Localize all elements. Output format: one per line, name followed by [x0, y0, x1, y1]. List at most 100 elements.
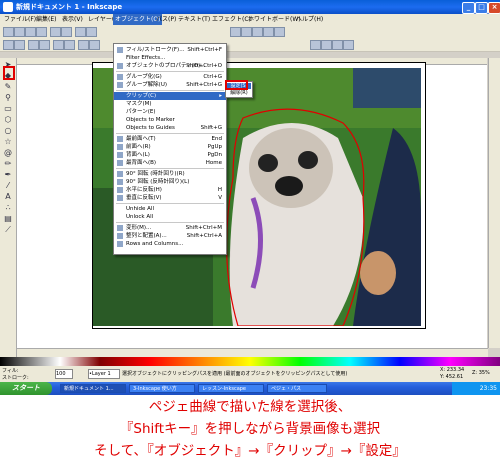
preferences-icon[interactable]	[274, 27, 285, 37]
task-howto[interactable]: 3-Inkscape 使い方	[129, 384, 195, 393]
object-menu-item[interactable]: 前面へ(R) PgUp	[114, 143, 226, 151]
undo-icon[interactable]	[75, 27, 86, 37]
rotate-ccw-tool-icon[interactable]	[28, 40, 39, 50]
select-all-icon[interactable]	[3, 40, 14, 50]
horizontal-scrollbar[interactable]	[17, 348, 488, 357]
align-panel-icon[interactable]	[263, 27, 274, 37]
move-pattern-icon[interactable]	[343, 40, 354, 50]
gradient-tool-icon[interactable]: ▤	[3, 214, 13, 223]
menu-file[interactable]: ファイル(F)	[2, 14, 38, 25]
zoom-tool-icon[interactable]: ⚲	[3, 93, 13, 102]
flip-v-icon	[117, 195, 123, 201]
rotate-cw-tool-icon[interactable]	[39, 40, 50, 50]
start-button[interactable]: スタート	[0, 382, 52, 395]
new-doc-icon[interactable]	[3, 27, 14, 37]
redo-icon[interactable]	[86, 27, 97, 37]
tweak-tool-icon[interactable]: ✎	[3, 82, 13, 91]
open-icon[interactable]	[14, 27, 25, 37]
zoom-level[interactable]: Z: 35%	[472, 370, 490, 376]
pen-tool-icon[interactable]: ✒	[3, 170, 13, 179]
object-menu-item-shortcut: End	[211, 136, 222, 142]
layers-icon[interactable]	[252, 27, 263, 37]
raise-tool-icon[interactable]	[78, 40, 89, 50]
lower-tool-icon[interactable]	[89, 40, 100, 50]
layer-select[interactable]: •Layer 1	[88, 369, 120, 379]
import-icon[interactable]	[50, 27, 61, 37]
dropper-tool-icon[interactable]: ⟋	[3, 225, 13, 234]
stroke-label: ストローク:	[2, 375, 29, 381]
box3d-tool-icon[interactable]: ⬡	[3, 115, 13, 124]
flip-h-icon	[117, 187, 123, 193]
star-tool-icon[interactable]: ☆	[3, 137, 13, 146]
object-menu-item-label: 整列と配置(A)...	[126, 233, 167, 239]
scale-corners-icon[interactable]	[321, 40, 332, 50]
flip-h-tool-icon[interactable]	[53, 40, 64, 50]
object-menu-item[interactable]: Objects to Marker	[114, 116, 226, 124]
close-button[interactable]: ×	[488, 2, 500, 14]
object-menu-item[interactable]: Rows and Columns...	[114, 240, 226, 248]
text-tool-sidebar-icon[interactable]: A	[3, 192, 13, 201]
task-lesson[interactable]: レッスン-Inkscape	[198, 384, 264, 393]
spiral-tool-icon[interactable]: @	[3, 148, 13, 157]
object-menu-item[interactable]: パターン(E)	[114, 108, 226, 116]
export-icon[interactable]	[61, 27, 72, 37]
menu-help[interactable]: ヘルプ(H)	[294, 14, 325, 25]
grid-arrange-icon	[117, 241, 123, 247]
object-menu-item[interactable]: Unlock All	[114, 213, 226, 221]
group-icon	[117, 74, 123, 80]
ellipse-tool-icon[interactable]: ○	[3, 126, 13, 135]
select-all-layers-icon[interactable]	[14, 40, 25, 50]
object-menu-item[interactable]: 水平に反転(H) H	[114, 186, 226, 194]
menu-edit[interactable]: 編集(E)	[34, 14, 58, 25]
task-bezier[interactable]: ペジェ・パス	[267, 384, 327, 393]
status-bar: フィル: ストローク: 100 •Layer 1 選択オブジェクトにクリッピング…	[0, 366, 500, 382]
object-menu-item-shortcut: Shift+Ctrl+M	[185, 225, 222, 231]
object-menu-item[interactable]: 最背面へ(B) Home	[114, 159, 226, 167]
print-icon[interactable]	[36, 27, 47, 37]
text-tool-icon[interactable]	[241, 27, 252, 37]
save-icon[interactable]	[25, 27, 36, 37]
selector-highlight-box	[3, 66, 15, 80]
rect-tool-icon[interactable]: ▭	[3, 104, 13, 113]
vertical-scrollbar[interactable]	[488, 58, 500, 348]
object-menu-item[interactable]: クリップ(C) ▸	[114, 92, 226, 100]
clip-release-item[interactable]: 解除(R)	[227, 90, 251, 96]
object-menu-item[interactable]: 90° 回転 (反時計回り)(L)	[114, 178, 226, 186]
window-title: 新規ドキュメント 1 - Inkscape	[16, 3, 123, 11]
spray-tool-icon[interactable]: ∴	[3, 203, 13, 212]
scale-stroke-icon[interactable]	[310, 40, 321, 50]
object-menu-item[interactable]: 整列と配置(A)... Shift+Ctrl+A	[114, 232, 226, 240]
opacity-field[interactable]: 100	[55, 369, 73, 379]
color-palette[interactable]	[0, 357, 500, 366]
object-menu-item[interactable]: マスク(M)	[114, 100, 226, 108]
object-menu-item-label: 変形(M)...	[126, 225, 152, 231]
menu-view[interactable]: 表示(V)	[60, 14, 85, 25]
object-menu-item[interactable]: 最前面へ(T) End	[114, 135, 226, 143]
menu-path[interactable]: パス(P)	[154, 14, 178, 25]
move-gradient-icon[interactable]	[332, 40, 343, 50]
object-menu-item[interactable]: オブジェクトのプロパティ(O)... Shift+Ctrl+O	[114, 62, 226, 70]
object-menu-item[interactable]: Unhide All	[114, 205, 226, 213]
menu-text[interactable]: テキスト(T)	[176, 14, 212, 25]
flip-v-tool-icon[interactable]	[64, 40, 75, 50]
object-menu-item[interactable]: 変形(M)... Shift+Ctrl+M	[114, 224, 226, 232]
object-menu-item-label: 水平に反転(H)	[126, 187, 162, 193]
object-menu-item-shortcut: H	[217, 187, 222, 193]
menu-separator	[116, 203, 224, 204]
object-menu-item[interactable]: 背面へ(L) PgDn	[114, 151, 226, 159]
object-menu-item[interactable]: 垂直に反転(V) V	[114, 194, 226, 202]
object-menu-item[interactable]: Filter Effects...	[114, 54, 226, 62]
object-menu-item[interactable]: Objects to Guides Shift+G	[114, 124, 226, 132]
object-menu-item[interactable]: グループ解除(U) Shift+Ctrl+G	[114, 81, 226, 89]
minimize-button[interactable]: _	[462, 2, 475, 14]
xml-editor-icon[interactable]	[230, 27, 241, 37]
object-menu-item[interactable]: グループ化(G) Ctrl+G	[114, 73, 226, 81]
menu-separator	[116, 90, 224, 91]
object-menu-item[interactable]: フィル/ストローク(F)... Shift+Ctrl+F	[114, 46, 226, 54]
title-bar: 新規ドキュメント 1 - Inkscape _ □ ×	[0, 0, 500, 14]
calligraphy-tool-icon[interactable]: ⁄	[3, 181, 13, 190]
object-menu-item[interactable]: 90° 回転 (時計回り)(R)	[114, 170, 226, 178]
pencil-tool-icon[interactable]: ✏	[3, 159, 13, 168]
maximize-button[interactable]: □	[475, 2, 488, 14]
task-inkscape[interactable]: 新規ドキュメント 1...	[60, 384, 126, 393]
